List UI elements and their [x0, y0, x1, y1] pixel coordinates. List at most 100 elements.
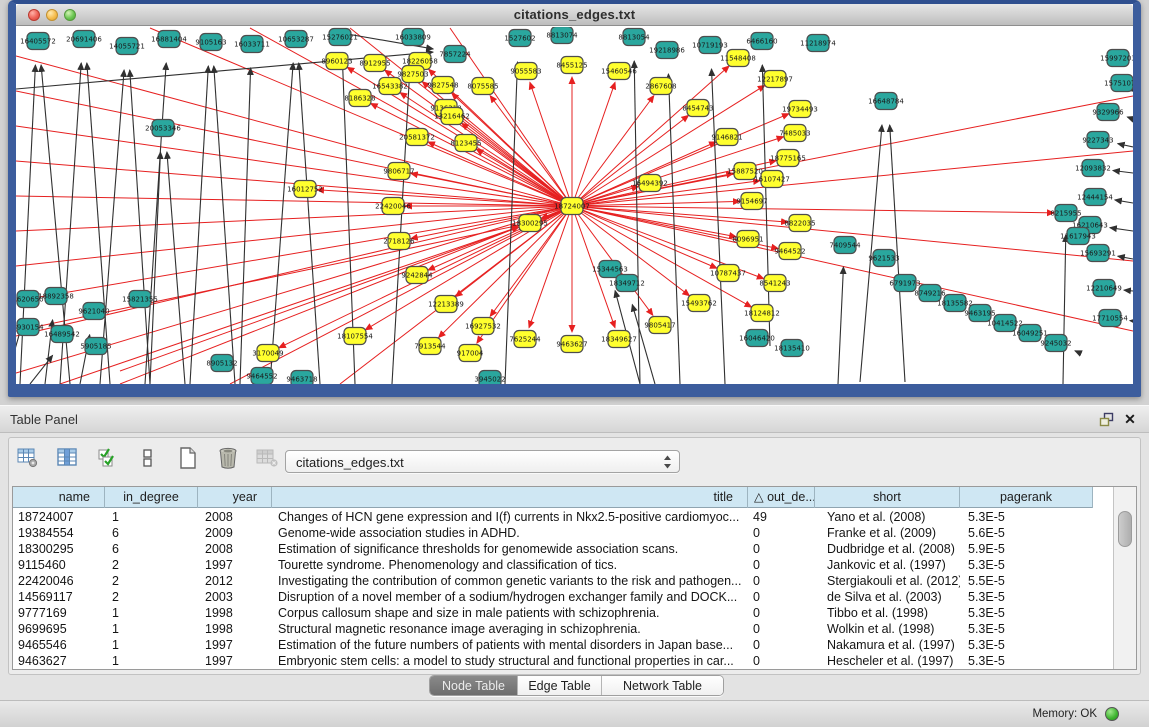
table-row[interactable]: 1938455462009Genome-wide association stu… — [13, 525, 1093, 541]
graph-node[interactable]: 8215955 — [1050, 205, 1081, 222]
graph-node[interactable]: 11548408 — [720, 50, 756, 67]
graph-node[interactable]: 8912955 — [359, 55, 390, 72]
graph-node[interactable]: 9806717 — [383, 163, 414, 180]
graph-node[interactable]: 10719193 — [692, 37, 728, 54]
graph-node[interactable]: 9463718 — [286, 371, 317, 385]
graph-node[interactable]: 8541243 — [759, 275, 790, 292]
graph-node[interactable]: 7913544 — [414, 338, 446, 355]
tab-edge-table[interactable]: Edge Table — [518, 676, 602, 695]
graph-node[interactable]: 7857224 — [439, 46, 471, 63]
graph-node[interactable]: 9463627 — [556, 336, 587, 353]
graph-node[interactable]: 15493762 — [681, 295, 717, 312]
graph-edge[interactable] — [572, 85, 765, 206]
table-row[interactable]: 911546021997Tourette syndrome. Phenomeno… — [13, 557, 1093, 573]
graph-node[interactable]: 8822035 — [784, 215, 815, 232]
graph-node[interactable]: 3945022 — [474, 371, 505, 385]
graph-node[interactable]: 15751074 — [1104, 75, 1133, 92]
table-row[interactable]: 1872400712008Changes of HCN gene express… — [13, 509, 1093, 525]
graph-node[interactable]: 16033711 — [234, 36, 270, 53]
graph-node[interactable]: 9329966 — [1092, 104, 1124, 121]
graph-node[interactable]: 8930154 — [16, 319, 44, 336]
graph-node[interactable]: 8813074 — [546, 27, 578, 44]
graph-node[interactable]: 12210649 — [1086, 280, 1122, 297]
graph-edge[interactable] — [1115, 200, 1133, 203]
table-row[interactable]: 946554611997Estimation of the future num… — [13, 637, 1093, 653]
tab-node-table[interactable]: Node Table — [430, 676, 518, 695]
graph-edge[interactable] — [476, 149, 572, 206]
graph-node[interactable]: 7409544 — [829, 237, 861, 254]
graph-node[interactable]: 9827548 — [427, 77, 458, 94]
graph-node[interactable]: 16927532 — [465, 318, 501, 335]
graph-node[interactable]: 3170049 — [252, 345, 283, 362]
graph-edge[interactable] — [838, 267, 843, 384]
graph-node[interactable]: 10653287 — [278, 31, 314, 48]
graph-node[interactable]: 8813054 — [618, 29, 650, 46]
graph-node[interactable]: 11218974 — [800, 35, 836, 52]
graph-edge[interactable] — [16, 206, 572, 231]
graph-node[interactable]: 10787437 — [710, 265, 746, 282]
graph-edge[interactable] — [668, 74, 680, 384]
graph-edge[interactable] — [1118, 256, 1133, 259]
graph-node[interactable]: 9154697 — [736, 193, 767, 210]
table-row[interactable]: 1830029562008Estimation of significance … — [13, 541, 1093, 557]
graph-node[interactable]: 6466160 — [746, 33, 777, 50]
table-row[interactable]: 1456911722003Disruption of a novel membe… — [13, 589, 1093, 605]
graph-node[interactable]: 15460546 — [601, 63, 637, 80]
graph-edge[interactable] — [1127, 117, 1133, 119]
graph-node[interactable]: 20053346 — [145, 120, 181, 137]
graph-edge[interactable] — [299, 63, 320, 384]
graph-edge[interactable] — [1063, 235, 1066, 384]
column-header-out-de-[interactable]: △ out_de... — [748, 487, 815, 508]
graph-node[interactable]: 18349627 — [601, 331, 637, 348]
graph-node[interactable]: 9805417 — [644, 317, 675, 334]
close-panel-button[interactable]: ✕ — [1121, 412, 1139, 428]
graph-edge[interactable] — [30, 355, 53, 384]
graph-node[interactable]: 8455125 — [556, 57, 587, 74]
tab-network-table[interactable]: Network Table — [602, 676, 723, 695]
column-header-pagerank[interactable]: pagerank — [960, 487, 1093, 508]
graph-node[interactable]: 8096951 — [732, 231, 763, 248]
table-row[interactable]: 946362711997Embryonic stem cells: a mode… — [13, 653, 1093, 669]
graph-edge[interactable] — [16, 206, 572, 301]
table-settings-button[interactable] — [14, 445, 42, 473]
graph-node[interactable]: 1527602 — [504, 30, 535, 47]
table-selector-dropdown[interactable]: citations_edges.txt — [285, 450, 680, 473]
column-header-title[interactable]: title — [272, 487, 748, 508]
graph-node[interactable]: 18107554 — [337, 328, 373, 345]
graph-node[interactable]: 19734493 — [782, 101, 818, 118]
graph-node[interactable]: 16881404 — [151, 31, 187, 48]
graph-edge[interactable] — [1118, 144, 1133, 147]
graph-node[interactable]: 18124812 — [744, 305, 780, 322]
graph-edge[interactable] — [572, 206, 1133, 331]
graph-edge[interactable] — [167, 152, 185, 384]
graph-edge[interactable] — [1110, 228, 1133, 231]
graph-edge[interactable] — [270, 63, 293, 384]
graph-node[interactable]: 22420046 — [375, 198, 411, 215]
window-titlebar[interactable]: citations_edges.txt — [16, 4, 1133, 26]
graph-node[interactable]: 8075585 — [467, 78, 498, 95]
column-visibility-button[interactable] — [54, 445, 82, 473]
graph-node[interactable]: 14055721 — [109, 38, 145, 55]
graph-node[interactable]: 12093832 — [1075, 160, 1111, 177]
graph-edge[interactable] — [240, 68, 251, 384]
graph-node[interactable]: 9621533 — [868, 250, 899, 267]
row-options-button[interactable] — [134, 445, 162, 473]
graph-node[interactable]: 2867608 — [645, 78, 676, 95]
graph-node[interactable]: 9621040 — [78, 303, 109, 320]
graph-node[interactable]: 18775165 — [770, 150, 806, 167]
graph-node[interactable]: 12213389 — [428, 296, 464, 313]
graph-node[interactable]: 7625244 — [509, 331, 541, 348]
graph-node[interactable]: 15276021 — [322, 29, 358, 46]
graph-node[interactable]: 8960123 — [321, 53, 352, 70]
table-row[interactable]: 969969511998Structural magnetic resonanc… — [13, 621, 1093, 637]
graph-node[interactable]: 5905185 — [80, 338, 111, 355]
column-header-name[interactable]: name — [13, 487, 105, 508]
graph-node[interactable]: 8905132 — [206, 355, 237, 372]
column-header-year[interactable]: year — [198, 487, 272, 508]
graph-node[interactable]: 9245032 — [1040, 335, 1071, 352]
graph-edge[interactable] — [150, 152, 160, 384]
graph-node[interactable]: 8123455 — [450, 135, 481, 152]
graph-node[interactable]: 16405572 — [20, 33, 56, 50]
graph-node[interactable]: 12444154 — [1077, 189, 1113, 206]
graph-node[interactable]: 18135410 — [774, 340, 810, 357]
